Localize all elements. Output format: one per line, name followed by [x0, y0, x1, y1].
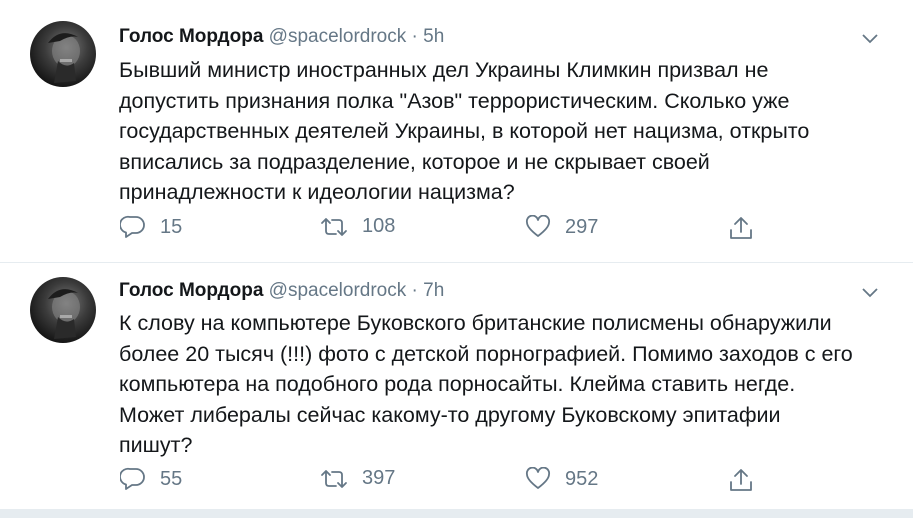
reply-button[interactable]: 15 — [120, 215, 182, 239]
timestamp[interactable]: 7h — [423, 280, 444, 301]
separator-dot: · — [411, 280, 418, 301]
share-button[interactable] — [728, 467, 754, 493]
author-handle[interactable]: @spacelordrock — [269, 26, 407, 47]
tweet-header: Голос Мордора @spacelordrock · 5h — [119, 25, 444, 49]
like-button[interactable]: 952 — [525, 467, 598, 491]
retweet-count: 397 — [362, 467, 396, 489]
retweet-icon — [320, 216, 348, 238]
share-icon — [728, 467, 754, 493]
reply-count: 15 — [160, 215, 183, 238]
tweet-header: Голос Мордора @spacelordrock · 7h — [119, 279, 444, 303]
retweet-button[interactable]: 397 — [320, 467, 395, 490]
tweet[interactable]: Голос Мордора @spacelordrock · 7h К слов… — [0, 263, 913, 509]
heart-icon — [525, 467, 551, 491]
timestamp[interactable]: 5h — [423, 26, 444, 47]
heart-icon — [525, 215, 551, 239]
retweet-count: 108 — [362, 215, 396, 237]
reply-count: 55 — [160, 467, 183, 490]
avatar[interactable] — [30, 277, 96, 343]
like-count: 297 — [565, 215, 599, 238]
tweet[interactable]: Голос Мордора @spacelordrock · 5h Бывший… — [0, 0, 913, 263]
author-name[interactable]: Голос Мордора — [119, 26, 263, 47]
share-button[interactable] — [728, 215, 754, 241]
author-handle[interactable]: @spacelordrock — [269, 280, 407, 301]
like-button[interactable]: 297 — [525, 215, 598, 239]
timeline-divider — [0, 509, 913, 518]
reply-icon — [120, 215, 146, 239]
tweet-text: К слову на компьютере Буковского британс… — [119, 311, 853, 458]
chevron-down-icon[interactable] — [860, 28, 880, 48]
avatar[interactable] — [30, 21, 96, 87]
author-name[interactable]: Голос Мордора — [119, 280, 263, 301]
retweet-button[interactable]: 108 — [320, 215, 395, 238]
like-count: 952 — [565, 467, 599, 490]
reply-icon — [120, 467, 146, 491]
separator-dot: · — [411, 26, 418, 47]
tweet-text: Бывший министр иностранных дел Украины К… — [119, 58, 810, 205]
chevron-down-icon[interactable] — [860, 282, 880, 302]
reply-button[interactable]: 55 — [120, 467, 182, 491]
retweet-icon — [320, 468, 348, 490]
share-icon — [728, 215, 754, 241]
